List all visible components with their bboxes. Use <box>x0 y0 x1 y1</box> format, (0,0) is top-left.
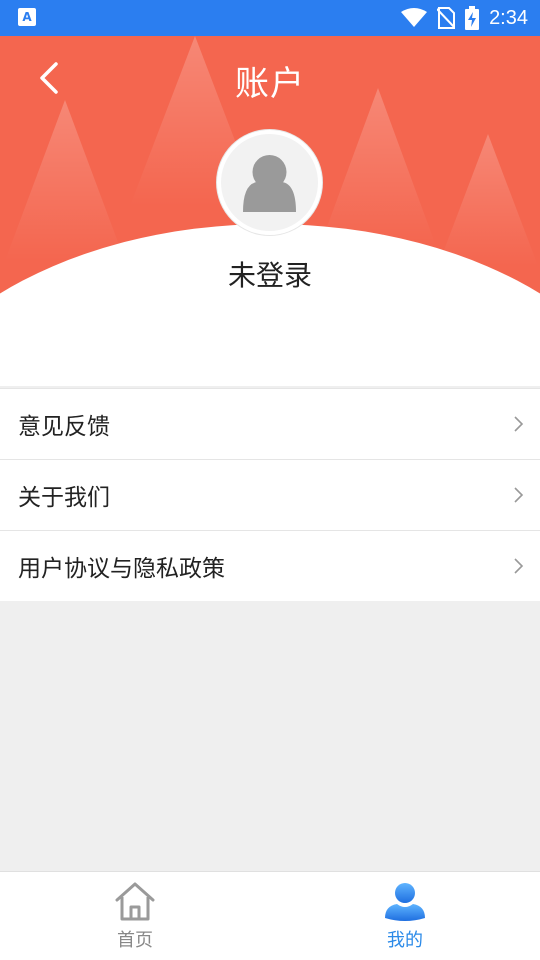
user-silhouette-icon <box>243 155 296 212</box>
chevron-right-icon <box>514 558 524 574</box>
account-header: 账户 未登录 <box>0 36 540 386</box>
a-letter-icon: A <box>18 8 36 26</box>
status-time: 2:34 <box>489 6 528 29</box>
home-icon <box>115 882 155 921</box>
empty-content-area <box>0 601 540 871</box>
status-icons: 2:34 <box>401 6 528 30</box>
user-icon <box>385 883 425 921</box>
page-title: 账户 <box>235 64 305 104</box>
tab-mine[interactable]: 我的 <box>270 872 540 960</box>
menu-item-about-us[interactable]: 关于我们 <box>0 459 540 530</box>
menu-item-privacy-policy[interactable]: 用户协议与隐私政策 <box>0 530 540 601</box>
bottom-tabbar: 首页 我的 <box>0 871 540 960</box>
wifi-icon <box>401 8 428 27</box>
no-sim-icon <box>437 7 456 29</box>
tab-home[interactable]: 首页 <box>0 872 270 960</box>
chevron-right-icon <box>514 416 524 432</box>
battery-charging-icon <box>465 6 480 30</box>
tab-label: 首页 <box>117 930 153 951</box>
settings-menu: 意见反馈 关于我们 用户协议与隐私政策 <box>0 388 540 601</box>
menu-item-feedback[interactable]: 意见反馈 <box>0 388 540 459</box>
chevron-right-icon <box>514 487 524 503</box>
menu-item-label: 意见反馈 <box>18 414 110 440</box>
status-bar: A 2:34 <box>0 0 540 36</box>
menu-item-label: 关于我们 <box>18 485 110 511</box>
menu-item-label: 用户协议与隐私政策 <box>18 556 225 582</box>
tab-label: 我的 <box>387 930 423 951</box>
login-status[interactable]: 未登录 <box>0 254 540 294</box>
avatar[interactable] <box>217 130 322 235</box>
